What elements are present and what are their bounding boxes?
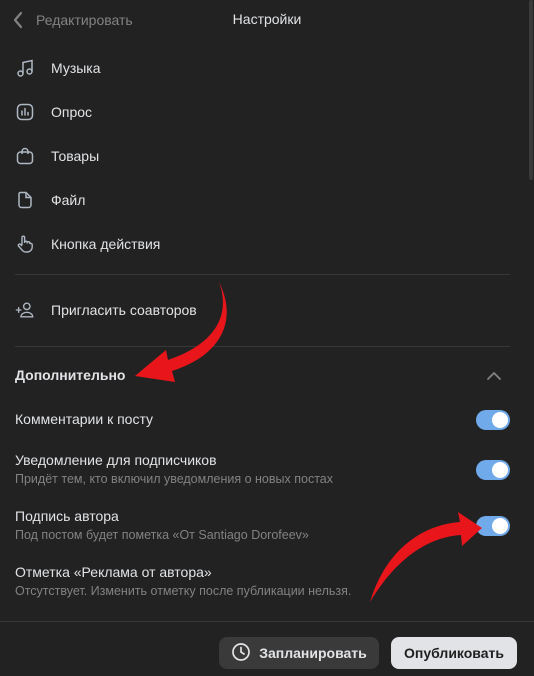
menu-item-music[interactable]: Музыка [15,56,510,80]
schedule-button[interactable]: Запланировать [219,637,379,669]
shopping-bag-icon [15,146,35,166]
option-subtitle-notify: Придёт тем, кто включил уведомления о но… [15,472,333,486]
menu-item-action-button[interactable]: Кнопка действия [15,232,510,256]
section-title-additional: Дополнительно [15,367,126,383]
option-title-ad-mark[interactable]: Отметка «Реклама от автора» [15,564,212,580]
header: Редактировать Настройки [0,0,534,40]
annotation-arrow-bottom [370,512,482,602]
toggle-knob [492,412,508,428]
menu-item-label: Опрос [51,104,93,120]
option-title-notify: Уведомление для подписчиков [15,452,217,468]
option-title-signature: Подпись автора [15,508,119,524]
menu-item-label: Музыка [51,60,101,76]
music-icon [15,58,35,78]
collapse-button[interactable] [484,366,504,386]
poll-icon [15,102,35,122]
annotation-arrow-top [135,282,227,382]
option-subtitle-signature: Под постом будет пометка «От Santiago Do… [15,528,309,542]
publish-button[interactable]: Опубликовать [391,637,517,669]
option-title-comments: Комментарии к посту [15,411,154,427]
comments-toggle[interactable] [476,410,510,430]
schedule-label: Запланировать [259,645,367,661]
clock-icon [231,642,251,665]
menu-item-label: Товары [51,148,100,164]
divider [15,274,510,275]
invite-coauthors-button[interactable]: Пригласить соавторов [15,298,510,322]
menu-item-label: Файл [51,192,86,208]
toggle-knob [492,462,508,478]
option-subtitle-ad-mark: Отсутствует. Изменить отметку после публ… [15,584,352,598]
add-user-icon [15,300,35,320]
toggle-knob [492,518,508,534]
divider [15,346,510,347]
notify-subscribers-toggle[interactable] [476,460,510,480]
menu-item-file[interactable]: Файл [15,188,510,212]
scrollbar[interactable] [529,0,533,180]
menu-item-poll[interactable]: Опрос [15,100,510,124]
page-title: Настройки [232,11,302,27]
hand-pointer-icon [15,234,35,254]
file-icon [15,190,35,210]
author-signature-toggle[interactable] [476,516,510,536]
menu-item-label: Пригласить соавторов [51,302,197,318]
menu-item-label: Кнопка действия [51,236,161,252]
menu-item-goods[interactable]: Товары [15,144,510,168]
chevron-up-icon [484,372,504,390]
